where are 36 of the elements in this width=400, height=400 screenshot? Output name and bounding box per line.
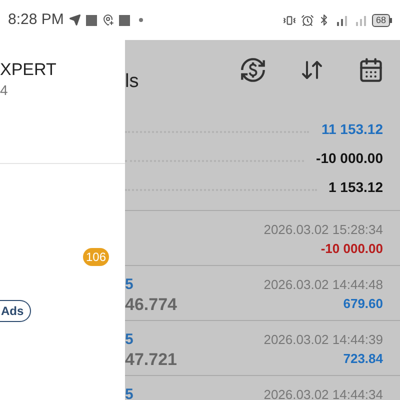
currency-exchange-icon[interactable] bbox=[240, 56, 266, 82]
deal-time: 2026.03.02 14:44:39 bbox=[264, 331, 383, 349]
signal-icon bbox=[354, 14, 369, 26]
deal-symbol: 5 bbox=[125, 330, 134, 349]
deal-price: 46.774 bbox=[125, 294, 177, 315]
account-name: XPERT bbox=[0, 60, 58, 80]
count-badge: 106 bbox=[83, 248, 110, 266]
signal-icon bbox=[336, 14, 350, 26]
calendar-icon[interactable] bbox=[358, 56, 384, 82]
summary-value: -10 000.00 bbox=[316, 149, 383, 168]
send-icon bbox=[68, 14, 81, 26]
summary-value: 1 153.12 bbox=[328, 178, 383, 197]
deal-amount: -10 000.00 bbox=[320, 240, 383, 258]
ads-button[interactable]: Ads bbox=[0, 300, 31, 322]
deal-time: 2026.03.02 14:44:34 bbox=[264, 386, 383, 400]
vibrate-icon bbox=[282, 14, 296, 26]
deal-row[interactable]: 5 47.721 2026.03.02 14:44:39 723.84 bbox=[125, 321, 400, 376]
deal-amount: 679.60 bbox=[343, 295, 383, 313]
deal-symbol: 5 bbox=[125, 275, 134, 294]
deal-row[interactable]: 2026.03.02 15:28:34 -10 000.00 bbox=[125, 211, 400, 266]
app-icon bbox=[118, 14, 130, 26]
battery-icon: 68 bbox=[372, 14, 390, 26]
deal-row[interactable]: 5 2026.03.02 14:44:34 bbox=[125, 376, 400, 400]
account-number: 4 bbox=[0, 81, 9, 100]
deal-amount: 723.84 bbox=[343, 350, 383, 368]
deal-row[interactable]: 5 46.774 2026.03.02 14:44:48 679.60 bbox=[125, 266, 400, 321]
deal-symbol: 5 bbox=[125, 385, 134, 400]
status-time: 8:28 PM bbox=[8, 10, 64, 30]
deal-time: 2026.03.02 14:44:48 bbox=[264, 276, 383, 294]
summary-value: 11 153.12 bbox=[321, 120, 383, 139]
location-icon bbox=[102, 14, 114, 26]
app-icon bbox=[86, 14, 97, 26]
page-title: ls bbox=[125, 70, 139, 94]
alarm-icon bbox=[300, 14, 314, 26]
deal-time: 2026.03.02 15:28:34 bbox=[264, 221, 383, 239]
deal-price: 47.721 bbox=[125, 349, 177, 370]
